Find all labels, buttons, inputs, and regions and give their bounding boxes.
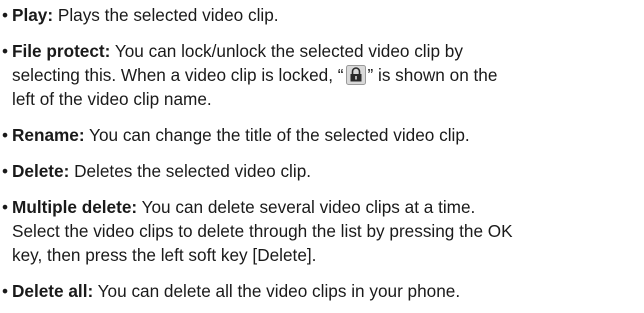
line: selecting this. When a video clip is loc… [2, 63, 642, 87]
line: • Play: Plays the selected video clip. [2, 3, 642, 27]
description: You can lock/unlock the selected video c… [110, 41, 463, 61]
bullet: • [2, 5, 9, 25]
term-delete-all: Delete all: [12, 281, 94, 301]
line: Select the video clips to delete through… [2, 219, 642, 243]
line: • File protect: You can lock/unlock the s… [2, 39, 642, 63]
line: • Delete: Deletes the selected video clip… [2, 159, 642, 183]
description: ” is shown on the [367, 65, 498, 85]
line: • Delete all: You can delete all the vide… [2, 279, 642, 303]
term-multiple-delete: Multiple delete: [12, 197, 138, 217]
term-file-protect: File protect: [12, 41, 111, 61]
list-item-rename: • Rename: You can change the title of the… [2, 123, 642, 147]
line: key, then press the left soft key [Delet… [2, 243, 642, 267]
description: You can delete all the video clips in yo… [93, 281, 461, 301]
list-item-play: • Play: Plays the selected video clip. [2, 3, 642, 27]
bullet: • [2, 125, 9, 145]
list-item-file-protect: • File protect: You can lock/unlock the s… [2, 39, 642, 111]
line: • Rename: You can change the title of the… [2, 123, 642, 147]
term-rename: Rename: [12, 125, 85, 145]
term-play: Play: [12, 5, 54, 25]
bullet: • [2, 281, 9, 301]
line: left of the video clip name. [2, 87, 642, 111]
bullet: • [2, 161, 9, 181]
bullet: • [2, 41, 9, 61]
line: • Multiple delete: You can delete several… [2, 195, 642, 219]
list-item-delete-all: • Delete all: You can delete all the vide… [2, 279, 642, 303]
description: selecting this. When a video clip is loc… [12, 65, 344, 85]
description: You can delete several video clips at a … [137, 197, 476, 217]
list-item-delete: • Delete: Deletes the selected video clip… [2, 159, 642, 183]
bullet: • [2, 197, 9, 217]
description: left of the video clip name. [12, 89, 212, 109]
description: Deletes the selected video clip. [69, 161, 312, 181]
description: key, then press the left soft key [Delet… [12, 245, 317, 265]
list-item-multiple-delete: • Multiple delete: You can delete several… [2, 195, 642, 267]
description: Plays the selected video clip. [53, 5, 279, 25]
term-delete: Delete: [12, 161, 70, 181]
description: Select the video clips to delete through… [12, 221, 513, 241]
description: You can change the title of the selected… [84, 125, 470, 145]
lock-icon [345, 65, 366, 85]
